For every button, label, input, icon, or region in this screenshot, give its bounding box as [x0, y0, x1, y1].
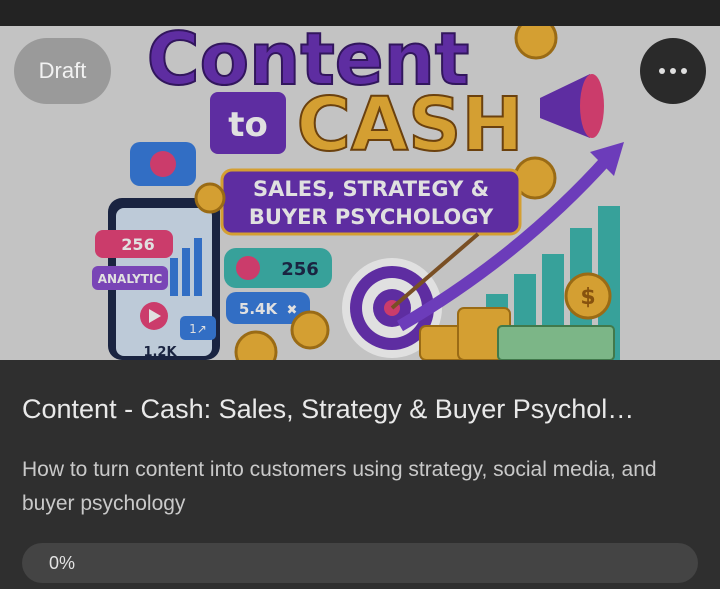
course-description: How to turn content into customers using… [22, 458, 657, 515]
course-cover-image: Content to CASH SALES, STRATEGY & BUYER … [0, 26, 720, 360]
more-horizontal-icon [659, 68, 665, 74]
course-title: Content - Cash: Sales, Strategy & Buyer … [22, 394, 635, 424]
course-card[interactable]: Content to CASH SALES, STRATEGY & BUYER … [0, 26, 720, 589]
progress-bar: 0% [22, 543, 698, 583]
more-options-button[interactable] [640, 38, 706, 104]
top-bar [0, 0, 720, 26]
draft-status-badge: Draft [14, 38, 111, 104]
progress-label: 0% [49, 553, 76, 573]
